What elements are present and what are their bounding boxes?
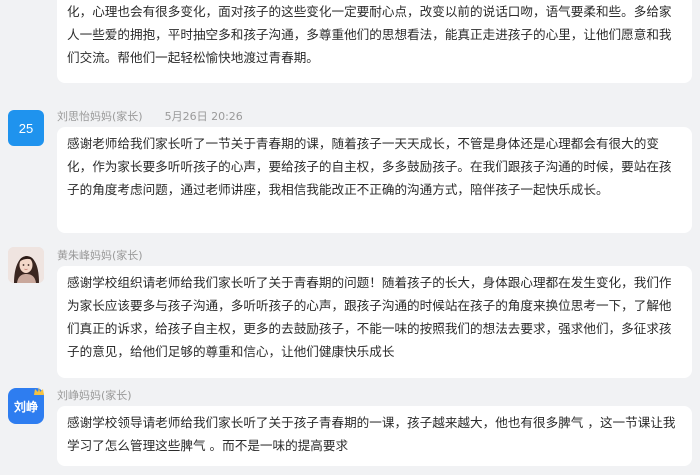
- comment-text: 感谢学校领导请老师给我们家长听了关于孩子青春期的一课，孩子越来越大，他也有很多脾…: [67, 415, 676, 453]
- comment-time: 5月26日 20:26: [164, 110, 243, 123]
- comment-meta: 刘思怡妈妈(家长) 5月26日 20:26: [57, 108, 243, 126]
- crown-icon: [34, 387, 44, 395]
- comment-bubble: 感谢老师给我们家长听了一节关于青春期的课，随着孩子一天天成长，不管是身体还是心理…: [57, 127, 692, 233]
- comment-feed: 感谢老师给我们家长上了一节关于孩子青春期的一课讲座，让我们懂得了青春期的孩子不但…: [0, 0, 700, 475]
- author-name[interactable]: 黄朱峰妈妈(家长): [57, 249, 143, 262]
- comment-bubble: 感谢学校组织请老师给我们家长听了关于青春期的问题！随着孩子的长大，身体跟心理都在…: [57, 266, 692, 378]
- comment-meta: 黄朱峰妈妈(家长): [57, 247, 143, 265]
- avatar[interactable]: 刘峥: [8, 387, 44, 424]
- avatar[interactable]: 25: [8, 110, 44, 146]
- author-name[interactable]: 刘峥妈妈(家长): [57, 389, 132, 402]
- avatar-label: 刘峥: [13, 399, 38, 414]
- comment-text: 感谢老师给我们家长听了一节关于青春期的课，随着孩子一天天成长，不管是身体还是心理…: [67, 136, 672, 197]
- author-name[interactable]: 刘思怡妈妈(家长): [57, 110, 143, 123]
- comment-text: 感谢老师给我们家长上了一节关于孩子青春期的一课讲座，让我们懂得了青春期的孩子不但…: [67, 4, 672, 65]
- comment-bubble: 感谢老师给我们家长上了一节关于孩子青春期的一课讲座，让我们懂得了青春期的孩子不但…: [57, 0, 692, 83]
- avatar-label: 25: [18, 120, 34, 136]
- user-photo-icon: [8, 247, 44, 283]
- comment-text: 感谢学校组织请老师给我们家长听了关于青春期的问题！随着孩子的长大，身体跟心理都在…: [67, 275, 672, 359]
- avatar[interactable]: [8, 247, 44, 283]
- comment-meta: 刘峥妈妈(家长): [57, 387, 132, 405]
- comment-bubble: 感谢学校领导请老师给我们家长听了关于孩子青春期的一课，孩子越来越大，他也有很多脾…: [57, 406, 692, 466]
